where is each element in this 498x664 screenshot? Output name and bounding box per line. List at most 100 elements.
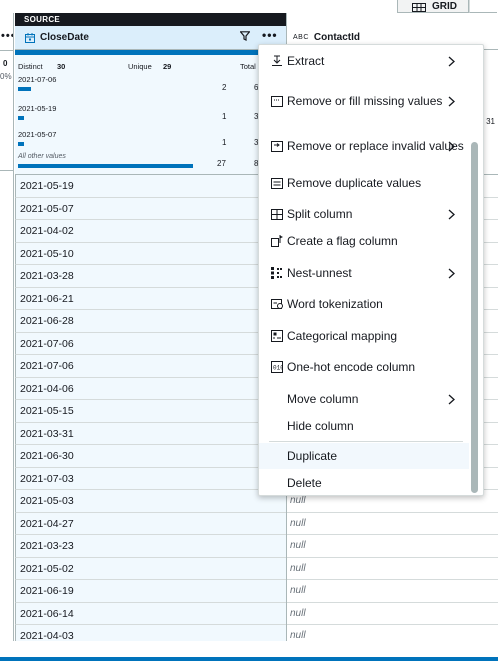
top-value-count: 1	[222, 138, 227, 147]
table-row[interactable]: null	[287, 580, 498, 603]
menu-item-nest-unnest[interactable]: Nest-unnest	[259, 263, 469, 283]
column-closedate: SOURCE CloseDate ••• Distinct 30 Unique …	[15, 13, 286, 641]
top-value-label: 2021-05-19	[18, 104, 57, 113]
replace-invalid-icon	[270, 139, 284, 153]
nest-unnest-icon	[270, 266, 284, 280]
menu-item-replace-invalid[interactable]: Remove or replace invalid values	[259, 129, 469, 163]
column-context-menu: Extract Remove or fill missing values Re…	[258, 44, 484, 496]
column-header-closedate[interactable]: CloseDate •••	[15, 26, 286, 50]
chevron-right-icon	[448, 54, 458, 68]
table-row[interactable]: 2021-03-23	[15, 535, 286, 558]
menu-separator	[269, 441, 463, 442]
total-label: Total	[240, 62, 256, 71]
menu-item-label: Delete	[287, 475, 322, 490]
chevron-right-icon	[448, 94, 458, 108]
table-row[interactable]: 2021-03-28	[15, 265, 286, 288]
table-row[interactable]: 2021-03-31	[15, 422, 286, 445]
menu-item-one-hot-encode[interactable]: 010 One-hot encode column	[259, 357, 469, 377]
table-row[interactable]: null	[287, 535, 498, 558]
table-row[interactable]: 2021-04-03	[15, 625, 286, 641]
table-row[interactable]: 2021-07-06	[15, 332, 286, 355]
top-value-label: 2021-07-06	[18, 75, 57, 84]
table-row[interactable]: 2021-05-02	[15, 557, 286, 580]
top-value-label: 2021-05-07	[18, 130, 57, 139]
tab-grid[interactable]: GRID	[397, 0, 469, 13]
column-name: ContactId	[313, 32, 361, 43]
menu-item-move-column[interactable]: Move column	[259, 389, 469, 409]
menu-item-word-tokenization[interactable]: Word tokenization	[259, 294, 469, 314]
table-row[interactable]: 2021-05-10	[15, 242, 286, 265]
word-tokenization-icon	[270, 297, 284, 311]
menu-item-fill-missing[interactable]: Remove or fill missing values	[259, 84, 469, 118]
previous-column-more-icon[interactable]: •••	[0, 13, 13, 51]
categorical-mapping-icon	[270, 329, 284, 343]
menu-item-hide-column[interactable]: Hide column	[259, 416, 469, 436]
menu-item-label: Remove duplicate values	[287, 175, 422, 190]
one-hot-encode-icon: 010	[270, 360, 284, 374]
table-row[interactable]: 2021-05-07	[15, 197, 286, 220]
stat-value: 31	[486, 117, 495, 126]
fill-missing-icon	[270, 94, 284, 108]
table-row[interactable]: null	[287, 513, 498, 535]
remove-duplicates-icon	[270, 176, 284, 190]
menu-item-flag-column[interactable]: Create a flag column	[259, 231, 469, 251]
table-row[interactable]: 2021-05-03	[15, 490, 286, 513]
column-name: CloseDate	[40, 32, 89, 43]
menu-item-extract[interactable]: Extract	[259, 51, 469, 71]
menu-item-label: One-hot encode column	[287, 359, 416, 374]
tab-grid-label: GRID	[432, 1, 457, 12]
table-row[interactable]: 2021-07-06	[15, 355, 286, 378]
menu-item-label: Move column	[287, 391, 359, 406]
svg-text:010: 010	[273, 365, 283, 372]
filter-icon[interactable]	[240, 31, 250, 41]
table-row[interactable]: 2021-06-19	[15, 580, 286, 603]
menu-item-label: Create a flag column	[287, 233, 398, 248]
menu-item-categorical-mapping[interactable]: Categorical mapping	[259, 326, 469, 346]
table-row[interactable]: 2021-06-21	[15, 287, 286, 310]
extract-icon	[270, 54, 284, 68]
chevron-right-icon	[448, 207, 458, 221]
footer-strip	[0, 641, 498, 664]
grid-icon	[412, 3, 426, 12]
menu-item-remove-duplicates[interactable]: Remove duplicate values	[259, 173, 469, 193]
previous-column-stats: 0 0%	[0, 51, 13, 171]
distinct-label: Distinct	[18, 62, 43, 71]
table-row[interactable]: 2021-04-02	[15, 220, 286, 243]
top-value-bar	[18, 87, 31, 91]
table-row[interactable]: 2021-06-14	[15, 602, 286, 625]
menu-item-label: Hide column	[287, 418, 354, 433]
table-row[interactable]: null	[287, 603, 498, 625]
table-row[interactable]: 2021-06-30	[15, 445, 286, 468]
menu-scrollbar[interactable]	[471, 142, 478, 493]
contactid-band	[287, 13, 498, 26]
column-more-icon[interactable]: •••	[262, 28, 278, 42]
table-row[interactable]: 2021-04-06	[15, 377, 286, 400]
top-value-count: 1	[222, 112, 227, 121]
previous-column-stat-pct: 0%	[0, 72, 12, 81]
menu-item-delete[interactable]: Delete	[259, 473, 469, 493]
top-value-count: 2	[222, 83, 227, 92]
previous-column-stat: 0	[3, 59, 8, 68]
table-row[interactable]: 2021-06-28	[15, 310, 286, 333]
menu-item-label: Duplicate	[287, 448, 338, 463]
menu-item-duplicate[interactable]: Duplicate	[259, 443, 469, 469]
table-row[interactable]: null	[287, 625, 498, 641]
menu-item-split-column[interactable]: Split column	[259, 204, 469, 224]
chevron-right-icon	[448, 392, 458, 406]
split-column-icon	[270, 207, 284, 221]
table-row[interactable]: null	[287, 558, 498, 580]
unique-label: Unique	[128, 62, 152, 71]
table-row[interactable]: 2021-05-19	[15, 175, 286, 198]
other-values-label: All other values	[18, 153, 66, 160]
menu-item-label: Nest-unnest	[287, 265, 352, 280]
table-row[interactable]: 2021-05-15	[15, 400, 286, 423]
table-row[interactable]: 2021-07-03	[15, 467, 286, 490]
chevron-right-icon	[448, 266, 458, 280]
menu-item-label: Split column	[287, 206, 353, 221]
table-row[interactable]: 2021-04-27	[15, 512, 286, 535]
tab-next[interactable]	[469, 0, 497, 13]
other-values-count: 27	[217, 159, 226, 168]
distinct-value: 30	[57, 62, 66, 71]
data-preview-grid: GRID ••• 0 0% SOURCE CloseDate •••	[0, 0, 498, 664]
top-value-bar	[18, 142, 24, 146]
